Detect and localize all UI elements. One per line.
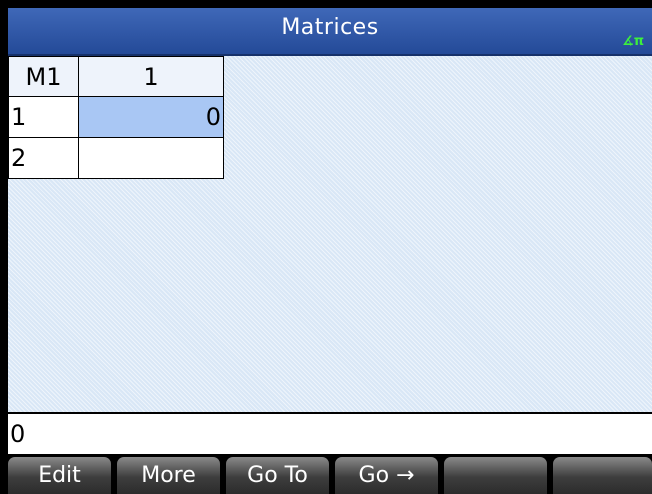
more-button[interactable]: More bbox=[117, 457, 220, 494]
app-title: Matrices bbox=[281, 15, 379, 40]
row-header-2[interactable]: 2 bbox=[8, 137, 79, 179]
matrix-name-header: M1 bbox=[8, 56, 79, 97]
column-header-1[interactable]: 1 bbox=[78, 56, 224, 97]
empty-softkey-6[interactable] bbox=[553, 457, 652, 494]
matrix-editor: M1 1 1 0 2 bbox=[8, 56, 652, 412]
entry-line[interactable]: 0 bbox=[8, 412, 652, 454]
calculator-screen: Matrices ∡π M1 1 1 0 2 0 Edit More Go To… bbox=[8, 8, 652, 494]
entry-value: 0 bbox=[10, 420, 26, 448]
softkey-menu: Edit More Go To Go → bbox=[8, 454, 652, 494]
title-bar: Matrices ∡π bbox=[8, 8, 652, 56]
matrix-cell-selected[interactable]: 0 bbox=[78, 96, 224, 138]
go-to-button[interactable]: Go To bbox=[226, 457, 329, 494]
row-header-1[interactable]: 1 bbox=[8, 96, 79, 138]
go-direction-button[interactable]: Go → bbox=[335, 457, 438, 494]
matrix-cell-empty[interactable] bbox=[78, 137, 224, 179]
edit-button[interactable]: Edit bbox=[8, 457, 111, 494]
empty-softkey-5[interactable] bbox=[444, 457, 547, 494]
angle-mode-icon: ∡π bbox=[622, 34, 644, 49]
